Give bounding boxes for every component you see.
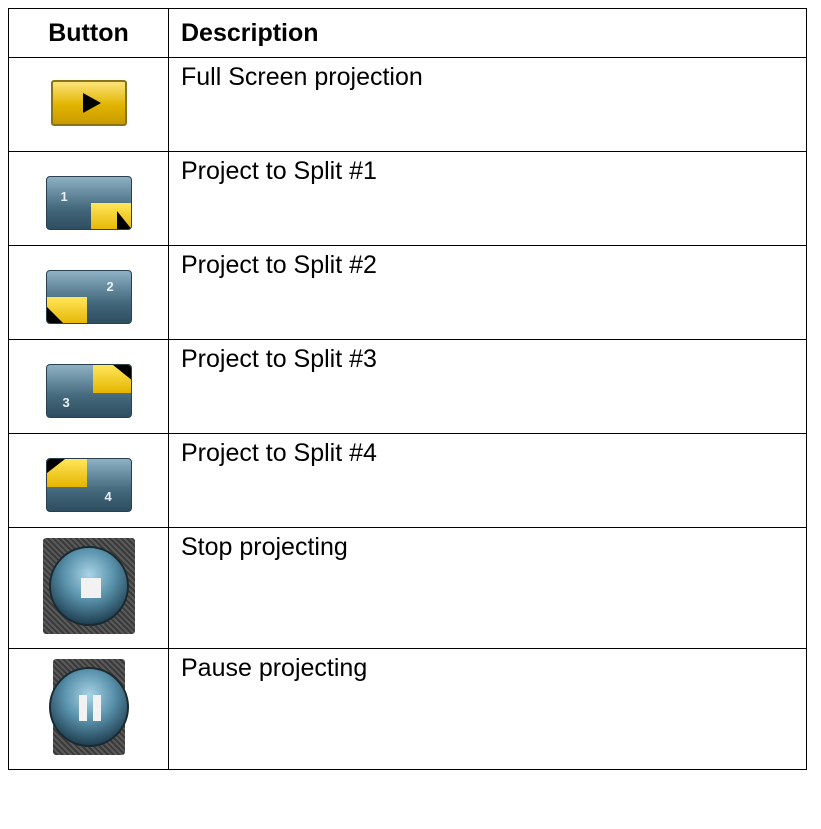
row-description: Full Screen projection: [168, 57, 807, 152]
table-row: 4 Project to Split #4: [8, 433, 807, 528]
play-icon[interactable]: [50, 80, 127, 126]
icon-cell: [8, 648, 169, 770]
icon-cell: [8, 527, 169, 649]
table-row: 3 Project to Split #3: [8, 339, 807, 434]
split-number: 4: [104, 489, 112, 504]
row-description: Project to Split #4: [168, 433, 807, 528]
button-reference-table: Button Description Full Screen projectio…: [8, 8, 807, 770]
table-row: Stop projecting: [8, 527, 807, 649]
icon-cell: 1: [8, 151, 169, 246]
table-header-row: Button Description: [8, 8, 807, 58]
icon-cell: 2: [8, 245, 169, 340]
split-3-icon[interactable]: 3: [45, 364, 132, 418]
row-description: Stop projecting: [168, 527, 807, 649]
column-header-button: Button: [8, 8, 169, 58]
icon-cell: 3: [8, 339, 169, 434]
split-number: 2: [106, 279, 114, 294]
icon-cell: 4: [8, 433, 169, 528]
table-row: 2 Project to Split #2: [8, 245, 807, 340]
icon-cell: [8, 57, 169, 152]
column-header-description: Description: [168, 8, 807, 58]
table-row: 1 Project to Split #1: [8, 151, 807, 246]
split-4-icon[interactable]: 4: [45, 458, 132, 512]
pause-icon[interactable]: [48, 659, 129, 755]
row-description: Project to Split #2: [168, 245, 807, 340]
stop-icon[interactable]: [42, 538, 135, 634]
table-row: Pause projecting: [8, 648, 807, 770]
split-2-icon[interactable]: 2: [45, 270, 132, 324]
split-number: 3: [62, 395, 70, 410]
table-row: Full Screen projection: [8, 57, 807, 152]
row-description: Pause projecting: [168, 648, 807, 770]
split-1-icon[interactable]: 1: [45, 176, 132, 230]
row-description: Project to Split #1: [168, 151, 807, 246]
split-number: 1: [60, 189, 68, 204]
row-description: Project to Split #3: [168, 339, 807, 434]
